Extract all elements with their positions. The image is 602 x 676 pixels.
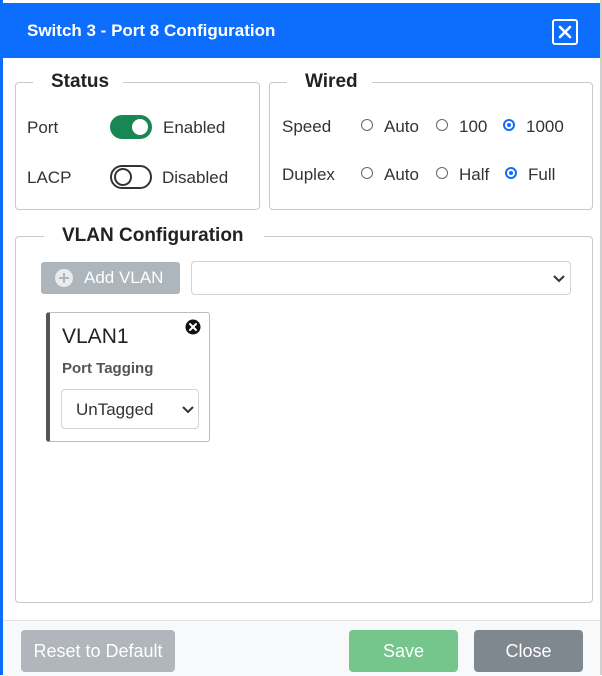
port-config-dialog: Switch 3 - Port 8 Configuration Status P…	[0, 0, 602, 676]
speed-option-1000: 1000	[526, 117, 564, 136]
vlan-card-name: VLAN1	[62, 325, 129, 348]
port-label: Port	[27, 118, 59, 137]
port-tagging-select[interactable]: UnTagged	[61, 389, 199, 429]
speed-radio-1000[interactable]	[503, 119, 515, 131]
duplex-option-auto: Auto	[384, 165, 419, 184]
lacp-toggle[interactable]	[110, 165, 152, 189]
chevron-down-icon	[182, 406, 194, 414]
vlan-card: VLAN1 Port Tagging UnTagged	[46, 312, 210, 442]
vlan-select[interactable]	[191, 261, 571, 295]
duplex-radio-full[interactable]	[505, 167, 517, 179]
port-state-text: Enabled	[163, 118, 226, 137]
lacp-state-text: Disabled	[162, 168, 229, 187]
add-vlan-button[interactable]: Add VLAN	[41, 262, 180, 294]
add-vlan-label: Add VLAN	[84, 268, 164, 287]
duplex-label: Duplex	[282, 165, 335, 184]
duplex-radio-auto[interactable]	[361, 167, 373, 179]
duplex-option-half: Half	[459, 165, 490, 184]
dialog-close-button[interactable]	[552, 19, 578, 45]
dialog-footer: Reset to Default Save Close	[3, 620, 600, 676]
plus-circle-icon	[55, 269, 73, 287]
wired-group	[269, 82, 593, 210]
port-tagging-label: Port Tagging	[62, 360, 154, 377]
remove-circle-icon[interactable]	[185, 319, 201, 335]
port-toggle[interactable]	[110, 115, 152, 139]
duplex-option-full: Full	[528, 165, 556, 184]
port-tagging-value: UnTagged	[76, 400, 154, 419]
save-button[interactable]: Save	[349, 630, 458, 672]
lacp-label: LACP	[27, 168, 72, 187]
speed-option-100: 100	[459, 117, 488, 136]
close-button[interactable]: Close	[474, 630, 583, 672]
dialog-title: Switch 3 - Port 8 Configuration	[27, 21, 276, 40]
duplex-radio-half[interactable]	[436, 167, 448, 179]
speed-label: Speed	[282, 117, 332, 136]
speed-radio-auto[interactable]	[361, 119, 373, 131]
dialog-titlebar: Switch 3 - Port 8 Configuration	[3, 3, 600, 58]
speed-radio-100[interactable]	[436, 119, 448, 131]
speed-option-auto: Auto	[384, 117, 419, 136]
close-icon	[558, 25, 572, 39]
chevron-down-icon	[553, 275, 565, 283]
status-legend: Status	[33, 71, 124, 93]
vlan-legend: VLAN Configuration	[44, 225, 264, 247]
wired-legend: Wired	[287, 71, 372, 93]
status-group	[15, 82, 260, 210]
reset-to-default-button[interactable]: Reset to Default	[21, 630, 175, 672]
